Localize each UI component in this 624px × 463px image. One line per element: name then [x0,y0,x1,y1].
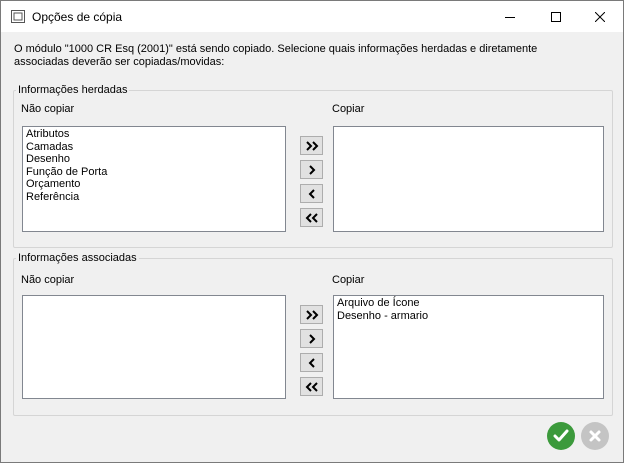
move-all-left-button[interactable] [300,377,323,396]
move-left-button[interactable] [300,184,323,203]
inherited-right-label: Copiar [332,103,365,115]
list-item[interactable]: Referência [26,191,282,204]
move-right-button[interactable] [300,160,323,179]
associated-group: Informações associadas Não copiar Copiar [13,252,613,416]
associated-legend: Informações associadas [16,252,139,265]
inherited-group: Informações herdadas Não copiar Copiar A… [13,84,613,248]
window-icon [11,10,25,23]
x-icon [589,430,601,442]
list-item[interactable]: Camadas [26,141,282,154]
move-all-right-button[interactable] [300,136,323,155]
move-all-right-button[interactable] [300,305,323,324]
minimize-button[interactable] [487,1,533,32]
list-item[interactable]: Desenho [26,153,282,166]
chevron-right-icon [308,333,315,344]
title-bar: Opções de cópia [1,1,623,32]
checkmark-icon [553,429,569,442]
close-icon [595,11,605,22]
cancel-button[interactable] [581,422,609,450]
inherited-not-copy-list[interactable]: Atributos Camadas Desenho Função de Port… [22,126,286,232]
chevron-left-icon [308,188,315,199]
maximize-button[interactable] [533,1,579,32]
list-item[interactable]: Desenho - armario [337,310,600,323]
window-title: Opções de cópia [32,10,123,24]
maximize-icon [551,11,561,22]
minimize-icon [505,16,515,18]
list-item[interactable]: Arquivo de Ícone [337,297,600,310]
associated-left-label: Não copiar [21,274,75,286]
intro-text: O módulo "1000 CR Esq (2001)" está sendo… [14,43,538,68]
associated-not-copy-list[interactable] [22,295,286,399]
list-item[interactable]: Orçamento [26,178,282,191]
move-left-button[interactable] [300,353,323,372]
chevron-right-icon [308,164,315,175]
list-item[interactable]: Função de Porta [26,166,282,179]
copy-options-dialog: Opções de cópia O módulo "1000 CR Esq (2… [0,0,624,463]
close-button[interactable] [577,1,623,32]
inherited-copy-list[interactable] [333,126,604,232]
inherited-left-label: Não copiar [21,103,75,115]
double-chevron-right-icon [305,309,318,320]
move-right-button[interactable] [300,329,323,348]
chevron-left-icon [308,357,315,368]
inherited-legend: Informações herdadas [16,84,130,97]
list-item[interactable]: Atributos [26,128,282,141]
ok-button[interactable] [547,422,575,450]
double-chevron-right-icon [305,140,318,151]
double-chevron-left-icon [305,212,318,223]
associated-right-label: Copiar [332,274,365,286]
associated-copy-list[interactable]: Arquivo de Ícone Desenho - armario [333,295,604,399]
move-all-left-button[interactable] [300,208,323,227]
double-chevron-left-icon [305,381,318,392]
